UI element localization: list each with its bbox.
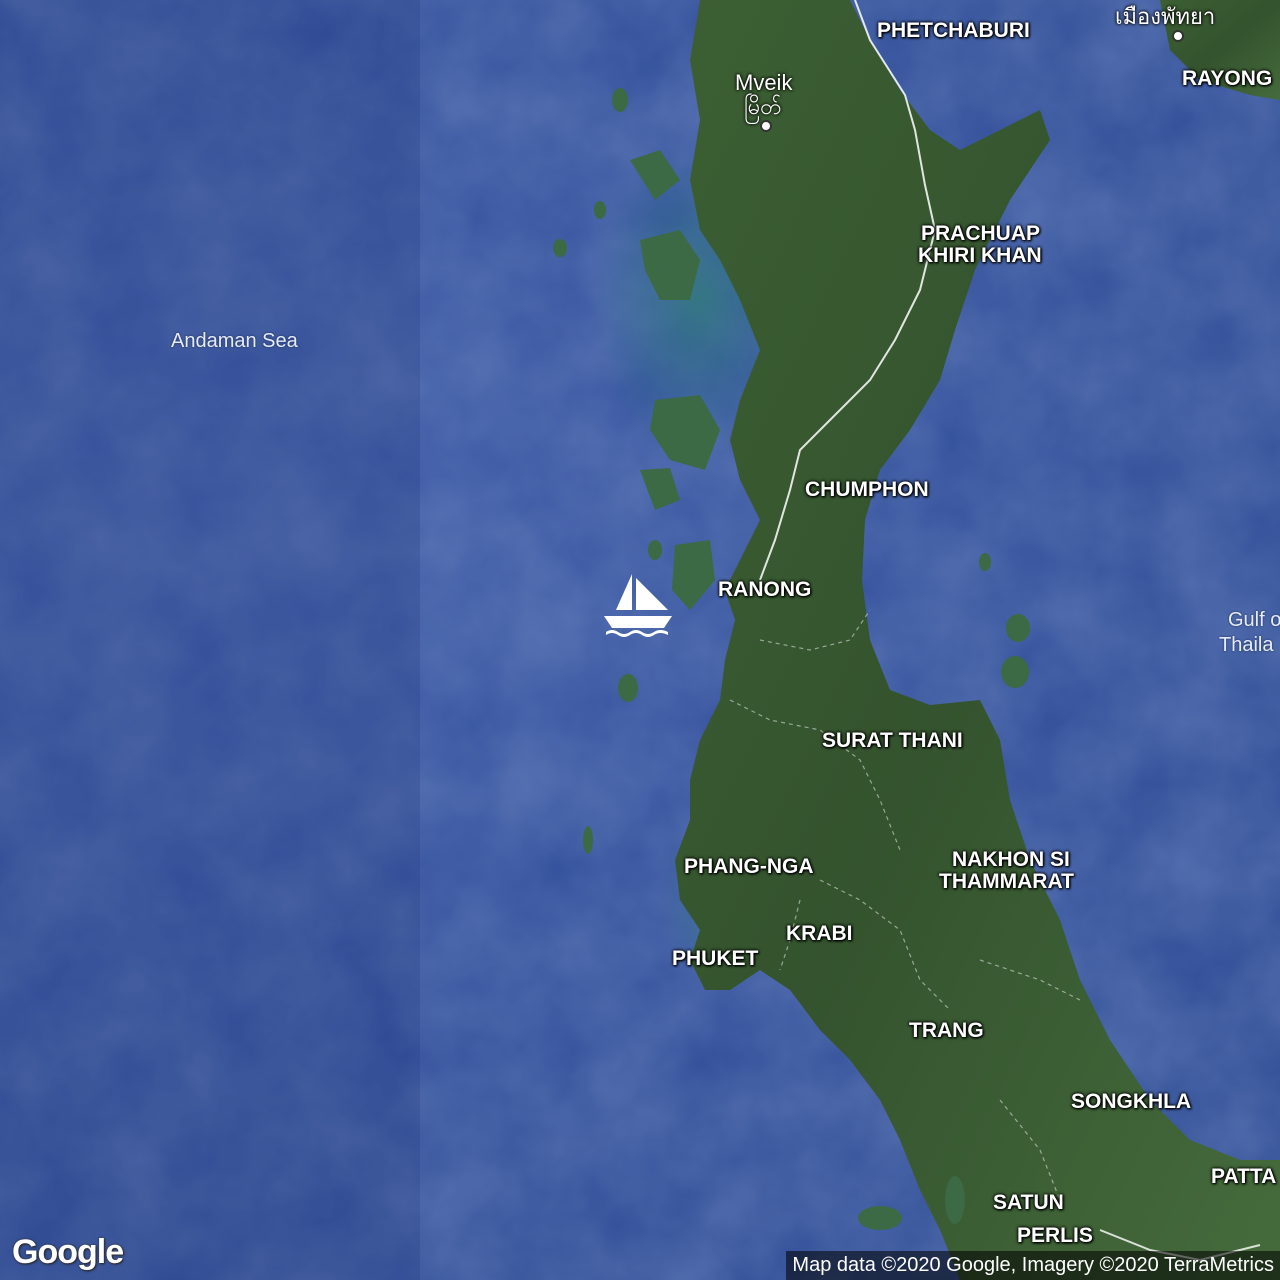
sailboat-icon[interactable] — [602, 572, 674, 638]
province-rayong: RAYONG — [1182, 67, 1273, 90]
province-krabi: KRABI — [786, 922, 853, 945]
province-perlis: PERLIS — [1017, 1224, 1093, 1247]
satellite-map[interactable]: Andaman Sea Gulf o Thaila Mveik မြိတ် เม… — [0, 0, 1280, 1280]
gulf-label-line1: Gulf o — [1228, 609, 1280, 631]
province-chumphon: CHUMPHON — [805, 478, 929, 501]
map-attribution[interactable]: Map data ©2020 Google, Imagery ©2020 Ter… — [786, 1251, 1280, 1280]
pattaya-dot — [1172, 30, 1184, 42]
pattaya-local-label: เมืองพัทยา — [1115, 4, 1216, 29]
province-phang-nga: PHANG-NGA — [684, 855, 814, 878]
province-surat-thani: SURAT THANI — [822, 729, 963, 752]
province-phetchaburi: PHETCHABURI — [877, 19, 1030, 42]
gulf-label-line2: Thaila — [1219, 634, 1274, 656]
google-logo: Google — [12, 1233, 124, 1271]
province-nakhon-line1: NAKHON SI — [952, 848, 1070, 871]
sea-background — [0, 0, 1280, 1280]
province-ranong: RANONG — [718, 578, 812, 601]
province-prachuap-line2: KHIRI KHAN — [918, 244, 1042, 267]
province-nakhon-line2: THAMMARAT — [939, 870, 1074, 893]
province-songkhla: SONGKHLA — [1071, 1090, 1192, 1113]
province-satun: SATUN — [993, 1191, 1064, 1214]
province-phuket: PHUKET — [672, 947, 759, 970]
andaman-sea-label: Andaman Sea — [171, 330, 298, 352]
mveik-dot — [760, 120, 772, 132]
province-prachuap-line1: PRACHUAP — [921, 222, 1041, 245]
province-trang: TRANG — [909, 1019, 984, 1042]
province-pattani: PATTA — [1211, 1165, 1277, 1188]
mveik-local-label: မြိတ် — [744, 94, 782, 119]
mveik-label: Mveik — [735, 70, 793, 95]
